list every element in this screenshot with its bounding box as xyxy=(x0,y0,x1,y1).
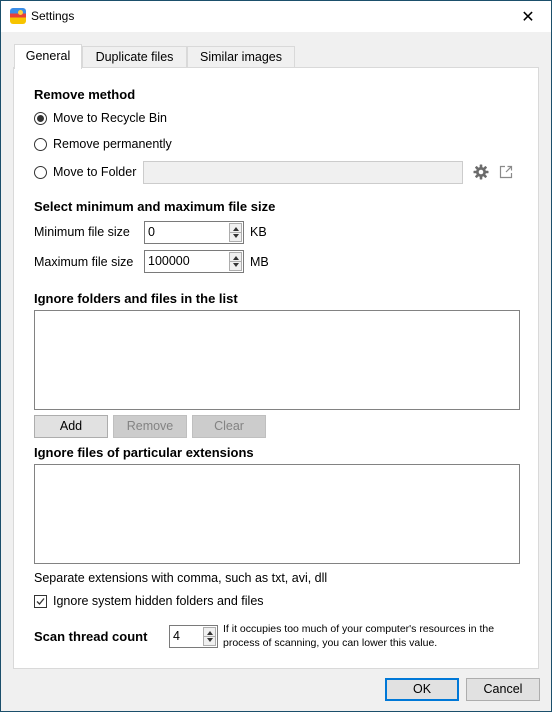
radio-move-to-folder[interactable]: Move to Folder xyxy=(34,165,136,179)
thread-count-hint-line2: process of scanning, you can lower this … xyxy=(223,637,438,649)
radio-button[interactable] xyxy=(34,137,47,151)
thread-count-stepper[interactable]: 4 xyxy=(169,625,218,648)
radio-remove-permanently[interactable]: Remove permanently xyxy=(34,137,172,151)
ignore-list-box[interactable] xyxy=(34,310,520,410)
min-file-size-unit: KB xyxy=(250,225,267,239)
thread-count-hint-line1: If it occupies too much of your computer… xyxy=(223,623,495,635)
arrow-up-icon[interactable] xyxy=(233,227,239,231)
spin-arrows[interactable] xyxy=(229,223,242,242)
title-bar: Settings ✕ xyxy=(1,1,551,32)
cancel-button[interactable]: Cancel xyxy=(466,678,540,701)
checkmark-icon xyxy=(36,598,45,605)
ignore-hidden-label[interactable]: Ignore system hidden folders and files xyxy=(53,594,264,608)
gear-icon[interactable] xyxy=(473,164,489,180)
folder-path-input[interactable] xyxy=(143,161,463,184)
arrow-up-icon[interactable] xyxy=(233,256,239,260)
tab-general[interactable]: General xyxy=(14,44,82,69)
clear-button[interactable]: Clear xyxy=(192,415,266,438)
ignore-list-title: Ignore folders and files in the list xyxy=(34,291,238,306)
min-file-size-stepper[interactable]: 0 xyxy=(144,221,244,244)
arrow-up-icon[interactable] xyxy=(207,631,213,635)
thread-count-label: Scan thread count xyxy=(34,629,148,644)
max-file-size-stepper[interactable]: 100000 xyxy=(144,250,244,273)
open-external-icon[interactable] xyxy=(499,165,513,179)
close-icon: ✕ xyxy=(521,8,535,26)
add-button[interactable]: Add xyxy=(34,415,108,438)
max-file-size-unit: MB xyxy=(250,255,269,269)
radio-button[interactable] xyxy=(34,165,47,179)
tab-similar-images[interactable]: Similar images xyxy=(187,46,295,68)
radio-move-to-recycle-bin[interactable]: Move to Recycle Bin xyxy=(34,111,167,125)
remove-button[interactable]: Remove xyxy=(113,415,187,438)
radio-button-checked[interactable] xyxy=(34,111,47,125)
settings-dialog: Settings ✕ General Duplicate files Simil… xyxy=(0,0,552,712)
min-file-size-value[interactable]: 0 xyxy=(148,225,155,239)
radio-label: Move to Recycle Bin xyxy=(53,111,167,125)
thread-count-value[interactable]: 4 xyxy=(173,629,180,643)
window-title: Settings xyxy=(31,9,75,23)
app-photo-icon xyxy=(10,8,26,24)
ignore-hidden-checkbox[interactable] xyxy=(34,595,47,608)
spin-arrows[interactable] xyxy=(229,252,242,271)
ok-button[interactable]: OK xyxy=(385,678,459,701)
arrow-down-icon[interactable] xyxy=(233,263,239,267)
extensions-hint: Separate extensions with comma, such as … xyxy=(34,571,328,585)
ignore-extensions-title: Ignore files of particular extensions xyxy=(34,445,254,460)
arrow-down-icon[interactable] xyxy=(233,234,239,238)
max-file-size-value[interactable]: 100000 xyxy=(148,254,190,268)
min-file-size-label: Minimum file size xyxy=(34,225,130,239)
radio-label: Move to Folder xyxy=(53,165,137,179)
tab-duplicate-files[interactable]: Duplicate files xyxy=(82,46,187,68)
arrow-down-icon[interactable] xyxy=(207,638,213,642)
thread-count-hint: If it occupies too much of your computer… xyxy=(223,622,494,650)
close-button[interactable]: ✕ xyxy=(505,1,551,32)
ignore-extensions-textarea[interactable] xyxy=(34,464,520,564)
general-panel: Remove method Move to Recycle Bin Remove… xyxy=(13,67,539,669)
radio-label: Remove permanently xyxy=(53,137,172,151)
max-file-size-label: Maximum file size xyxy=(34,255,134,269)
spin-arrows[interactable] xyxy=(203,627,216,646)
file-size-title: Select minimum and maximum file size xyxy=(34,199,276,214)
remove-method-title: Remove method xyxy=(34,87,136,102)
